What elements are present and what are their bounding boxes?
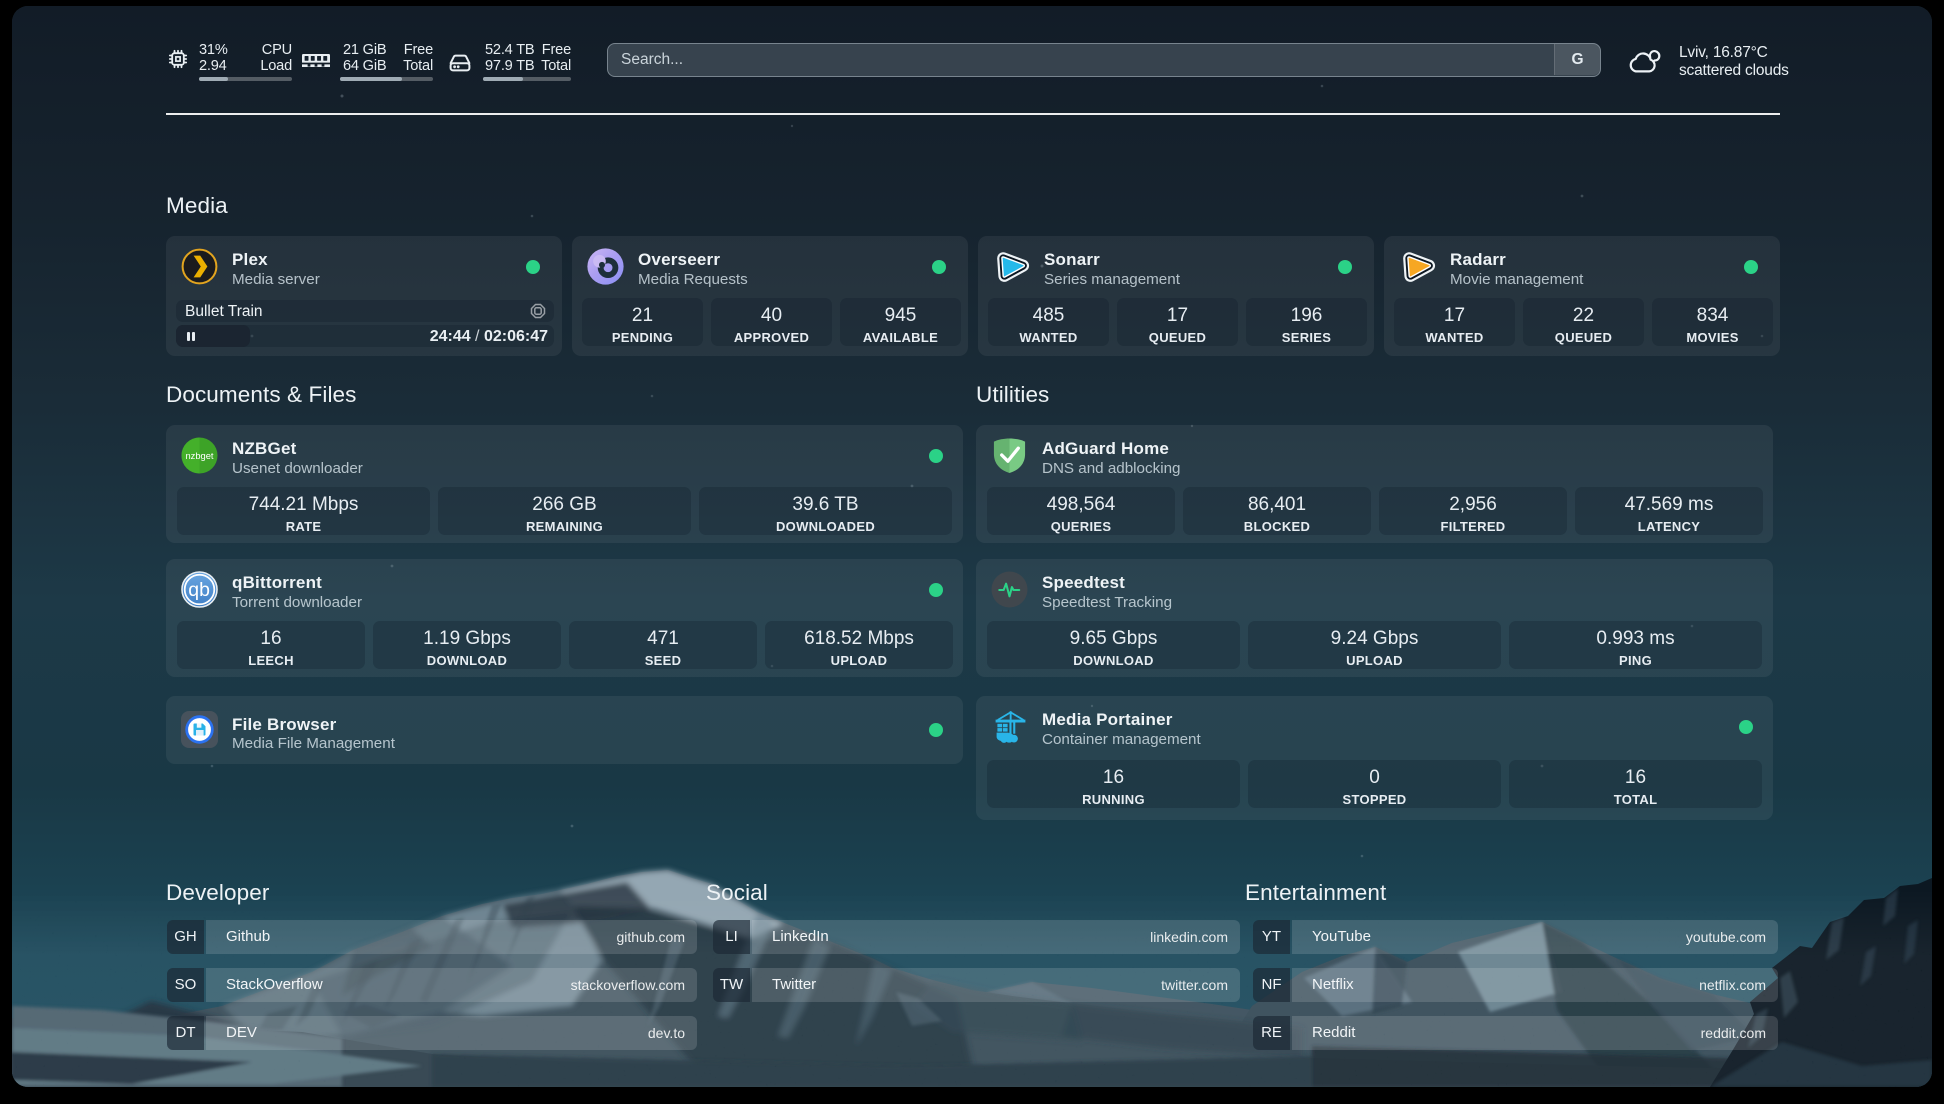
svg-text:nzbget: nzbget xyxy=(185,451,213,461)
svg-text:qb: qb xyxy=(188,579,210,601)
